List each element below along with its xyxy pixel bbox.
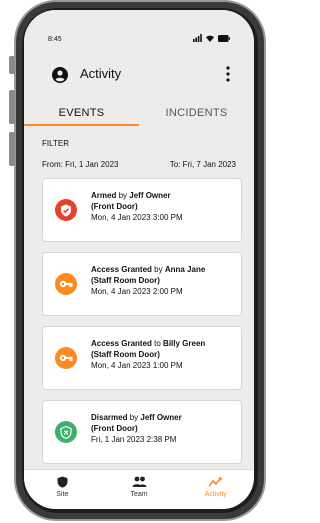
event-time: Mon, 4 Jan 2023 1:00 PM (91, 361, 183, 370)
event-door: (Front Door) (91, 424, 138, 433)
nav-activity[interactable]: Activity (177, 470, 254, 509)
filter-to-date[interactable]: To: Fri, 7 Jan 2023 (170, 160, 236, 169)
event-details: Access Granted to Billy Green (Staff Roo… (91, 338, 235, 371)
app-header: Activity (24, 50, 254, 100)
event-details: Disarmed by Jeff Owner (Front Door) Fri,… (91, 412, 235, 445)
activity-icon (208, 477, 222, 487)
event-icon (55, 273, 77, 295)
page-title: Activity (80, 66, 122, 81)
key-icon (59, 280, 73, 288)
event-card[interactable]: Access Granted to Billy Green (Staff Roo… (42, 326, 242, 390)
event-icon (55, 421, 77, 443)
event-person: Billy Green (163, 339, 206, 348)
event-person: Jeff Owner (129, 191, 171, 200)
event-time: Fri, 1 Jan 2023 2:38 PM (91, 435, 177, 444)
tab-incidents[interactable]: INCIDENTS (139, 100, 254, 126)
event-door: (Front Door) (91, 202, 138, 211)
user-icon[interactable] (52, 67, 68, 83)
status-time: 8:45 (48, 36, 62, 43)
event-action: Access Granted (91, 339, 152, 348)
kebab-menu-icon[interactable] (223, 65, 233, 83)
app-screen: 8:45 Activity EVENTS INCIDENTS FILTER Fr… (24, 10, 254, 509)
phone-side-button (9, 132, 15, 166)
tab-events[interactable]: EVENTS (24, 100, 139, 126)
status-icons (193, 34, 230, 42)
signal-icon (193, 34, 202, 42)
event-icon (55, 347, 77, 369)
event-card[interactable]: Access Granted by Anna Jane (Staff Room … (42, 252, 242, 316)
event-door: (Staff Room Door) (91, 350, 160, 359)
event-connector: to (151, 339, 164, 348)
event-time: Mon, 4 Jan 2023 3:00 PM (91, 213, 183, 222)
shield-check-icon (61, 204, 71, 216)
nav-site[interactable]: Site (24, 470, 101, 509)
tab-events-label: EVENTS (58, 107, 105, 119)
event-door: (Staff Room Door) (91, 276, 160, 285)
battery-icon (218, 35, 230, 42)
filter-section: FILTER From: Fri, 1 Jan 2023 To: Fri, 7 … (24, 126, 254, 172)
events-list: Armed by Jeff Owner (Front Door) Mon, 4 … (24, 172, 254, 469)
filter-from-date[interactable]: From: Fri, 1 Jan 2023 (42, 160, 118, 169)
phone-side-button (9, 90, 15, 124)
shield-x-icon (60, 425, 72, 439)
tab-incidents-label: INCIDENTS (165, 107, 228, 119)
wifi-icon (206, 35, 214, 42)
nav-activity-label: Activity (204, 491, 227, 498)
nav-team-label: Team (130, 491, 148, 498)
tab-bar: EVENTS INCIDENTS (24, 100, 254, 126)
event-time: Mon, 4 Jan 2023 2:00 PM (91, 287, 183, 296)
event-card[interactable]: Disarmed by Jeff Owner (Front Door) Fri,… (42, 400, 242, 464)
event-card[interactable]: Armed by Jeff Owner (Front Door) Mon, 4 … (42, 178, 242, 242)
bottom-nav: Site Team Activity (24, 469, 254, 509)
status-bar: 8:45 (24, 10, 254, 50)
event-connector: by (116, 191, 130, 200)
phone-side-button (9, 56, 15, 74)
event-person: Anna Jane (164, 265, 206, 274)
filter-label: FILTER (42, 139, 69, 148)
event-details: Access Granted by Anna Jane (Staff Room … (91, 264, 235, 297)
people-icon (132, 476, 146, 487)
nav-site-label: Site (56, 491, 69, 498)
key-icon (59, 354, 73, 362)
event-icon (55, 199, 77, 221)
event-connector: by (151, 265, 165, 274)
event-details: Armed by Jeff Owner (Front Door) Mon, 4 … (91, 190, 235, 223)
event-action: Access Granted (91, 265, 152, 274)
nav-team[interactable]: Team (101, 470, 178, 509)
event-person: Jeff Owner (140, 413, 182, 422)
shield-icon (57, 476, 68, 488)
event-action: Disarmed (91, 413, 128, 422)
event-action: Armed (91, 191, 117, 200)
event-connector: by (127, 413, 141, 422)
